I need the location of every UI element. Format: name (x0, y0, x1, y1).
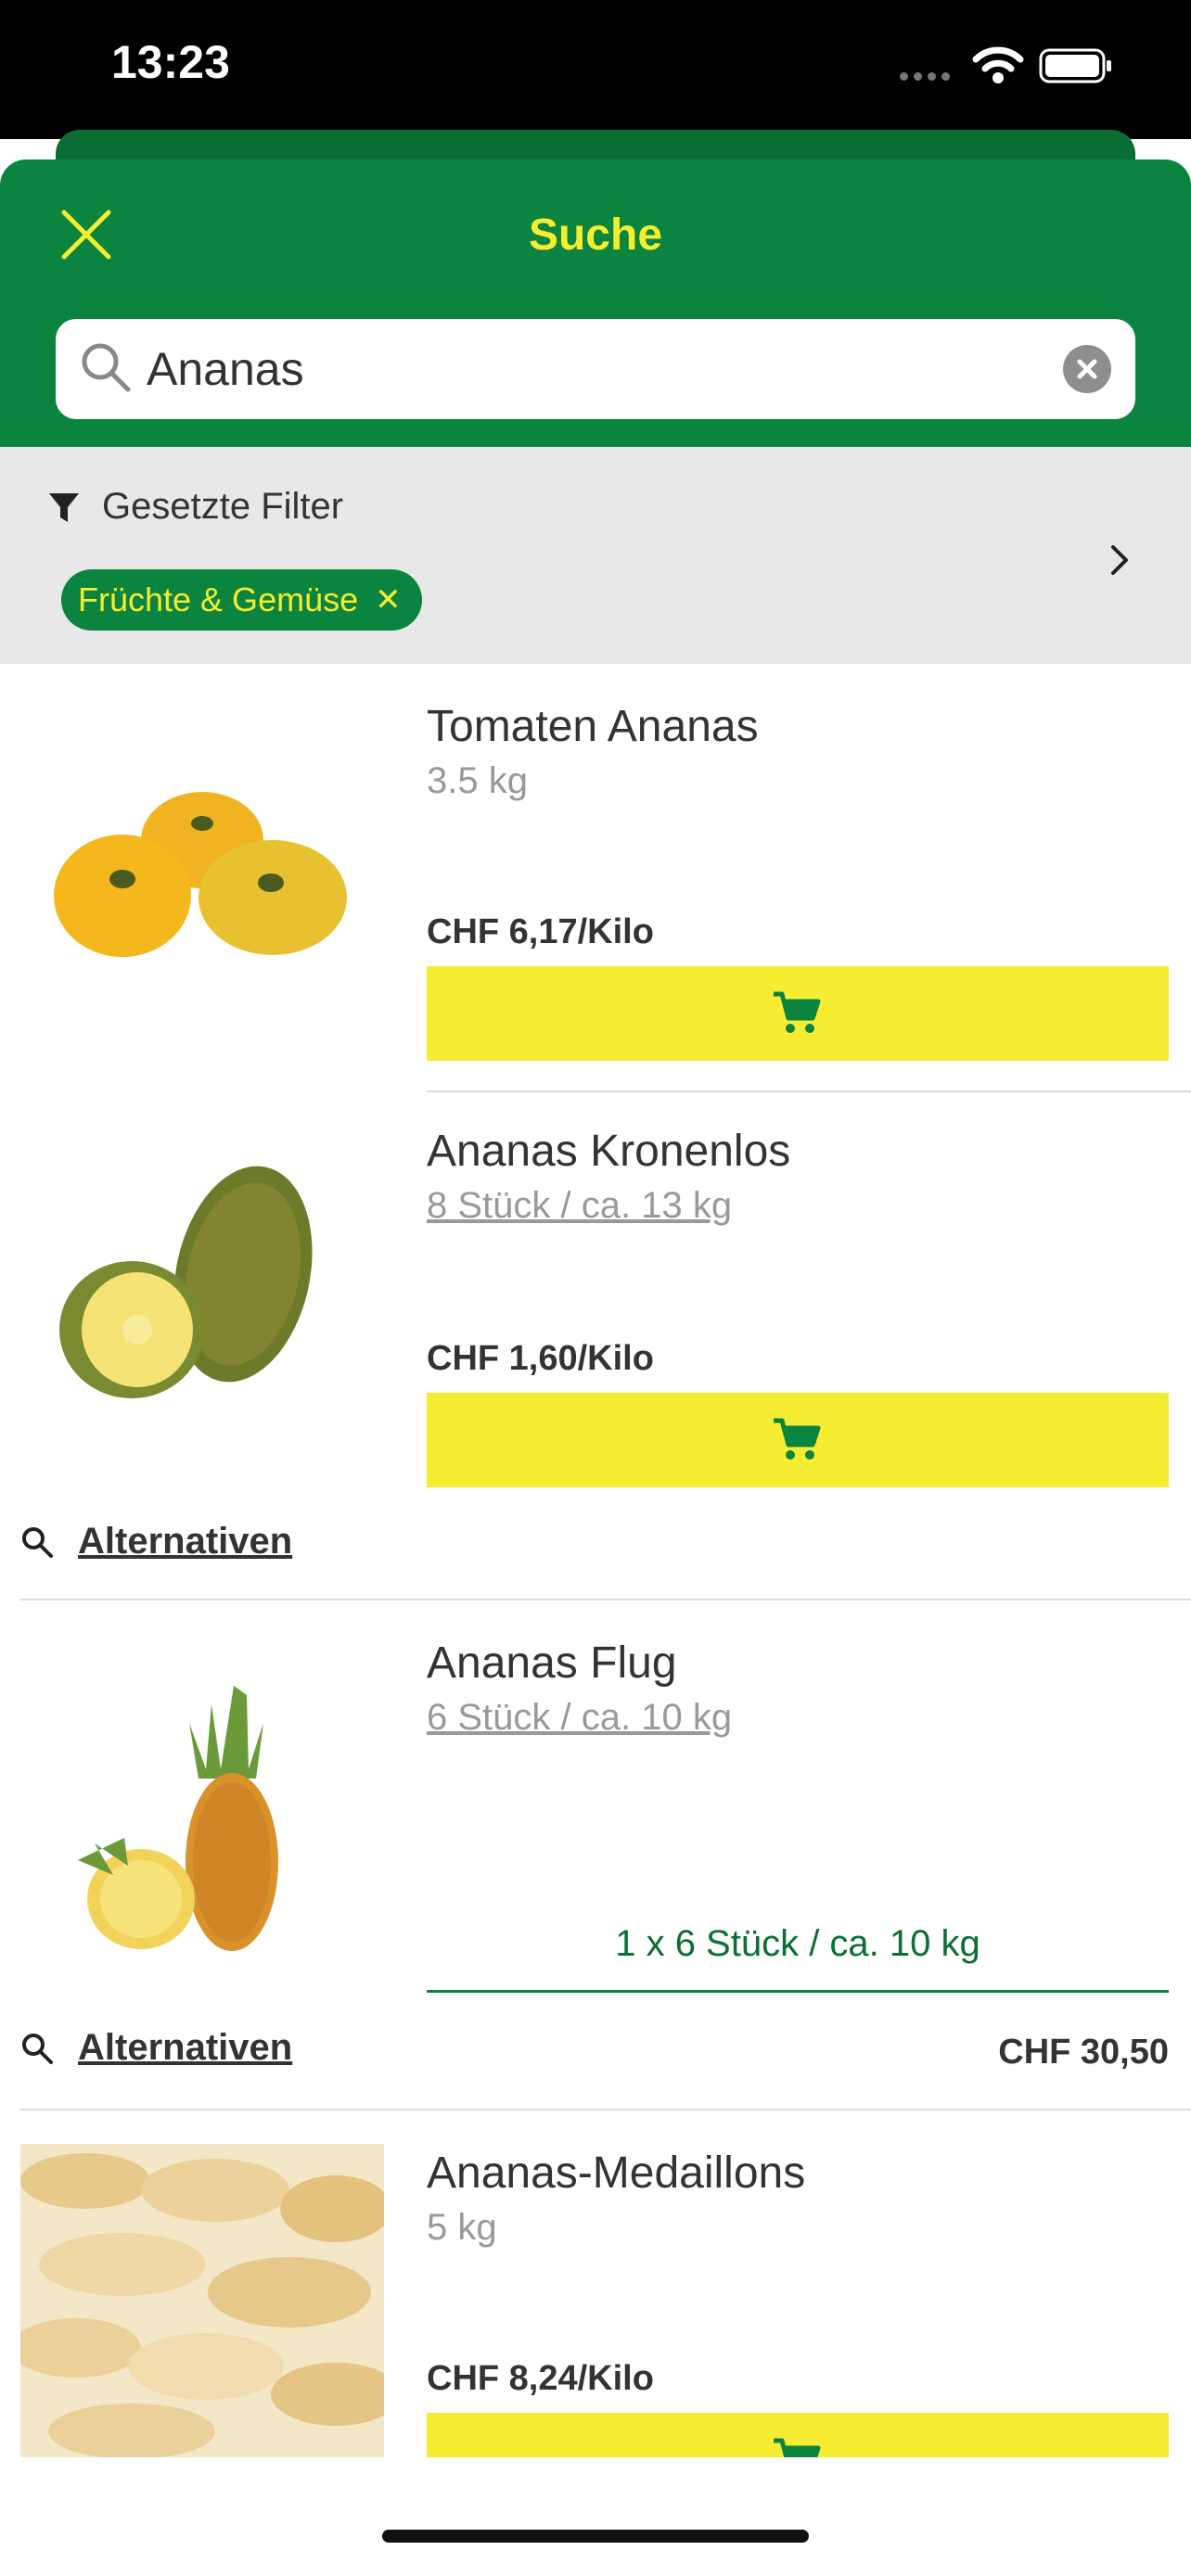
remove-filter-icon[interactable]: ✕ (375, 581, 402, 618)
alternatives-link[interactable]: Alternativen (20, 1521, 292, 1562)
product-image-pineapple (78, 1686, 278, 1951)
filter-icon (49, 493, 79, 522)
alternatives-label: Alternativen (78, 1521, 293, 1562)
product-item[interactable]: Ananas Flug 6 Stück / ca. 10 kg 1 x 6 St… (0, 1600, 1191, 2111)
filter-chip-label: Früchte & Gemüse (78, 580, 359, 618)
clear-icon (1077, 359, 1097, 379)
product-name: Ananas Flug (427, 1639, 677, 1688)
product-name: Ananas-Medaillons (427, 2149, 806, 2198)
search-header: Suche (0, 159, 1191, 447)
cart-icon (774, 1418, 821, 1460)
bottom-safe-area (0, 2457, 1191, 2576)
add-to-cart-button[interactable] (427, 2413, 1169, 2457)
cart-icon (774, 2438, 821, 2457)
filter-title: Gesetzte Filter (102, 486, 344, 527)
product-image-tomatoes (54, 792, 347, 957)
search-icon (22, 2033, 53, 2064)
product-item[interactable]: Ananas Kronenlos 8 Stück / ca. 13 kg CHF… (0, 1092, 1191, 1600)
product-image-pineapple (59, 1166, 313, 1398)
product-unit-link[interactable]: 8 Stück / ca. 13 kg (427, 1185, 732, 1227)
search-icon (22, 1526, 53, 1558)
product-price: CHF 8,24/Kilo (427, 2359, 654, 2398)
wifi-icon (972, 46, 1024, 83)
quantity-underline (427, 1990, 1169, 1993)
battery-icon (1039, 48, 1111, 83)
search-icon (82, 343, 131, 392)
add-to-cart-button[interactable] (427, 966, 1169, 1061)
signal-icon (900, 69, 955, 81)
product-item[interactable]: Tomaten Ananas 3.5 kg CHF 6,17/Kilo (0, 664, 1191, 1092)
status-time: 13:23 (111, 36, 230, 88)
product-price: CHF 6,17/Kilo (427, 912, 654, 951)
product-unit: 3.5 kg (427, 760, 528, 801)
home-indicator[interactable] (382, 2530, 809, 2543)
page-title: Suche (528, 210, 663, 260)
filter-chip[interactable]: Früchte & Gemüse ✕ (61, 569, 422, 631)
product-price: CHF 1,60/Kilo (427, 1339, 654, 1378)
alternatives-link[interactable]: Alternativen (20, 2027, 292, 2069)
cart-quantity[interactable]: 1 x 6 Stück / ca. 10 kg (427, 1923, 1169, 1965)
status-bar: 13:23 (0, 0, 1191, 139)
add-to-cart-button[interactable] (427, 1393, 1169, 1487)
line-total: CHF 30,50 (998, 2033, 1169, 2072)
search-bar[interactable] (56, 319, 1135, 419)
product-image-dried-pineapple (20, 2144, 384, 2457)
product-name: Ananas Kronenlos (427, 1127, 791, 1176)
chevron-right-icon[interactable] (1106, 542, 1133, 579)
product-item[interactable]: Ananas-Medaillons 5 kg CHF 8,24/Kilo (0, 2111, 1191, 2457)
clear-search-button[interactable] (1063, 345, 1111, 393)
search-input[interactable] (145, 338, 983, 401)
cart-icon (774, 991, 821, 1033)
product-unit: 5 kg (427, 2207, 497, 2248)
filter-section[interactable]: Gesetzte Filter Früchte & Gemüse ✕ (0, 447, 1191, 664)
product-unit-link[interactable]: 6 Stück / ca. 10 kg (427, 1697, 732, 1739)
product-name: Tomaten Ananas (427, 702, 759, 751)
alternatives-label: Alternativen (78, 2027, 293, 2068)
